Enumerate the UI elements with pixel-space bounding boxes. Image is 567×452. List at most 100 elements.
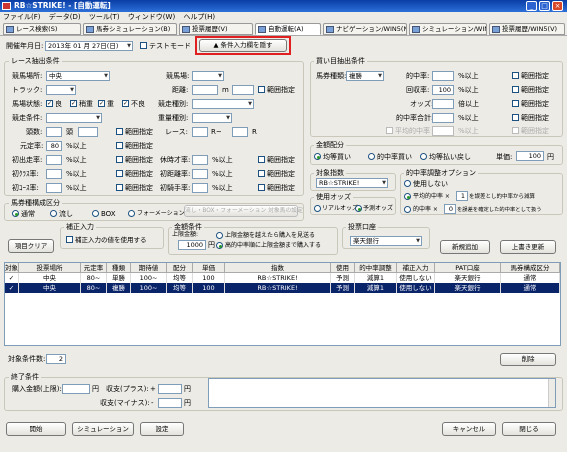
distance-from-input[interactable] <box>192 85 218 95</box>
kind-formation-radio[interactable] <box>128 210 135 217</box>
heads-range-checkbox[interactable] <box>116 128 123 135</box>
col-header-alloc[interactable]: 配分 <box>167 263 193 273</box>
limit-fill-radio[interactable] <box>216 242 223 249</box>
maximize-button[interactable]: □ <box>539 1 550 11</box>
first-run-input[interactable] <box>46 155 62 165</box>
first-dist-range-checkbox[interactable] <box>258 170 265 177</box>
col-header-hitadj[interactable]: 的中率調整 <box>355 263 397 273</box>
first-run-range-checkbox[interactable] <box>116 156 123 163</box>
menu-file[interactable]: ファイル(F) <box>3 13 41 21</box>
distance-range-checkbox[interactable] <box>258 86 265 93</box>
hitadj-none-radio[interactable] <box>404 180 411 187</box>
row-check[interactable]: ✓ <box>5 273 19 283</box>
limit-input[interactable]: 1000 <box>178 240 206 250</box>
limit-skip-radio[interactable] <box>216 232 223 239</box>
avg-range-checkbox[interactable] <box>512 127 519 134</box>
log-scrollbar[interactable] <box>548 379 555 407</box>
predict-odds-radio[interactable] <box>355 205 362 212</box>
field-select[interactable] <box>192 71 224 81</box>
index-select[interactable]: RB☆STRIKE! <box>316 178 388 188</box>
first-course-input[interactable] <box>46 183 62 193</box>
tab-simulation-win5[interactable]: シミュレーション/WIN5(S) <box>409 23 487 35</box>
close-button[interactable]: 閉じる <box>502 422 556 436</box>
buy-limit-input[interactable] <box>62 384 90 394</box>
minimize-button[interactable]: _ <box>526 1 537 11</box>
hit-input[interactable] <box>432 71 454 81</box>
first-course-range-checkbox[interactable] <box>116 184 123 191</box>
bet-type-select[interactable]: 複勝 <box>346 71 384 81</box>
avg-hit-checkbox[interactable] <box>386 127 393 134</box>
hitadj-avg-input[interactable]: 1 <box>456 191 468 201</box>
heads-input[interactable] <box>46 127 62 137</box>
track-select[interactable] <box>46 85 76 95</box>
minus-input[interactable] <box>158 398 182 408</box>
weight-select[interactable] <box>192 113 232 123</box>
menu-window[interactable]: ウィンドウ(W) <box>128 13 175 21</box>
tab-race-search[interactable]: レース検索(S) <box>3 23 81 35</box>
rest-range-checkbox[interactable] <box>258 156 265 163</box>
rest-input[interactable] <box>192 155 208 165</box>
hitadj-avg-radio[interactable] <box>404 193 411 200</box>
clear-button[interactable]: 項目クリア <box>8 239 54 253</box>
col-header-expect[interactable]: 期待値 <box>131 263 167 273</box>
col-header-correction[interactable]: 補正入力 <box>397 263 435 273</box>
tab-auto-run[interactable]: 自動運転(A) <box>255 23 321 35</box>
odds-input[interactable] <box>432 99 454 109</box>
money-payback-radio[interactable] <box>420 153 427 160</box>
avg-hit-input[interactable] <box>432 126 454 136</box>
col-header-place[interactable]: 投票場所 <box>19 263 81 273</box>
vote-account-select[interactable]: 楽天銀行 <box>350 236 422 246</box>
col-header-type[interactable]: 種類 <box>107 263 131 273</box>
odds-range-checkbox[interactable] <box>512 100 519 107</box>
heads-to-input[interactable] <box>78 127 98 137</box>
cond-good-checkbox[interactable]: ✓ <box>46 100 53 107</box>
first-dist-input[interactable] <box>192 169 208 179</box>
col-header-kind[interactable]: 馬券構成区分 <box>501 263 560 273</box>
distance-to-input[interactable] <box>232 85 254 95</box>
cancel-button[interactable]: キャンセル <box>442 422 496 436</box>
update-button[interactable]: 上書き更新 <box>500 240 556 254</box>
race-from-input[interactable] <box>192 127 208 137</box>
race-type-select[interactable] <box>192 99 254 109</box>
first-jockey-range-checkbox[interactable] <box>258 184 265 191</box>
setting-button[interactable]: 設定 <box>140 422 184 436</box>
cond-yield-checkbox[interactable]: ✓ <box>70 100 77 107</box>
start-button[interactable]: 開始 <box>6 422 66 436</box>
tab-vote-history[interactable]: 投票履歴(V) <box>179 23 253 35</box>
unit-price-input[interactable]: 100 <box>516 151 544 161</box>
place-select[interactable]: 中央 <box>46 71 110 81</box>
cond-heavy-checkbox[interactable]: ✓ <box>98 100 105 107</box>
delete-button[interactable]: 削除 <box>500 353 556 366</box>
hitsum-input[interactable] <box>432 113 454 123</box>
test-mode-checkbox[interactable] <box>140 42 147 49</box>
correction-checkbox[interactable] <box>66 236 73 243</box>
cond-bad-checkbox[interactable]: ✓ <box>122 100 129 107</box>
add-button[interactable]: 新規追加 <box>440 240 490 254</box>
tab-vote-history-win5[interactable]: 投票履歴/WIN5(V) <box>489 23 565 35</box>
recovery-input[interactable]: 100 <box>432 85 454 95</box>
row-check[interactable]: ✓ <box>5 283 19 293</box>
col-header-use[interactable]: 使用 <box>331 263 355 273</box>
simulation-button[interactable]: シミュレーション <box>72 422 134 436</box>
tab-navigation-win5[interactable]: ナビゲーション/WIN5(N) <box>323 23 407 35</box>
log-textarea[interactable] <box>208 378 556 408</box>
close-window-button[interactable]: × <box>552 1 563 11</box>
kind-normal-radio[interactable] <box>12 210 19 217</box>
top-rate-input[interactable]: 80 <box>46 141 62 151</box>
menu-help[interactable]: ヘルプ(H) <box>183 13 215 21</box>
money-equal-radio[interactable] <box>314 153 321 160</box>
kind-box-radio[interactable] <box>92 210 99 217</box>
kind-nagashi-radio[interactable] <box>50 210 57 217</box>
toggle-conditions-button[interactable]: ▲ 条件入力欄を隠す <box>199 39 287 52</box>
race-cond-select[interactable] <box>46 113 102 123</box>
money-hit-radio[interactable] <box>368 153 375 160</box>
kind-target-button[interactable]: 流し・BOX・フォーメーション 対象馬の設定 <box>184 205 303 217</box>
first-class-range-checkbox[interactable] <box>116 170 123 177</box>
hitadj-rate-input[interactable]: 0 <box>444 204 456 214</box>
hit-range-checkbox[interactable] <box>512 72 519 79</box>
first-jockey-input[interactable] <box>192 183 208 193</box>
plus-input[interactable] <box>158 384 182 394</box>
table-row[interactable]: ✓ 中央 80~ 複勝 100~ 均等 100 RB☆STRIKE! 予測 減算… <box>5 283 560 293</box>
col-header-price[interactable]: 単価 <box>193 263 225 273</box>
col-header-target[interactable]: 対象 <box>5 263 19 273</box>
